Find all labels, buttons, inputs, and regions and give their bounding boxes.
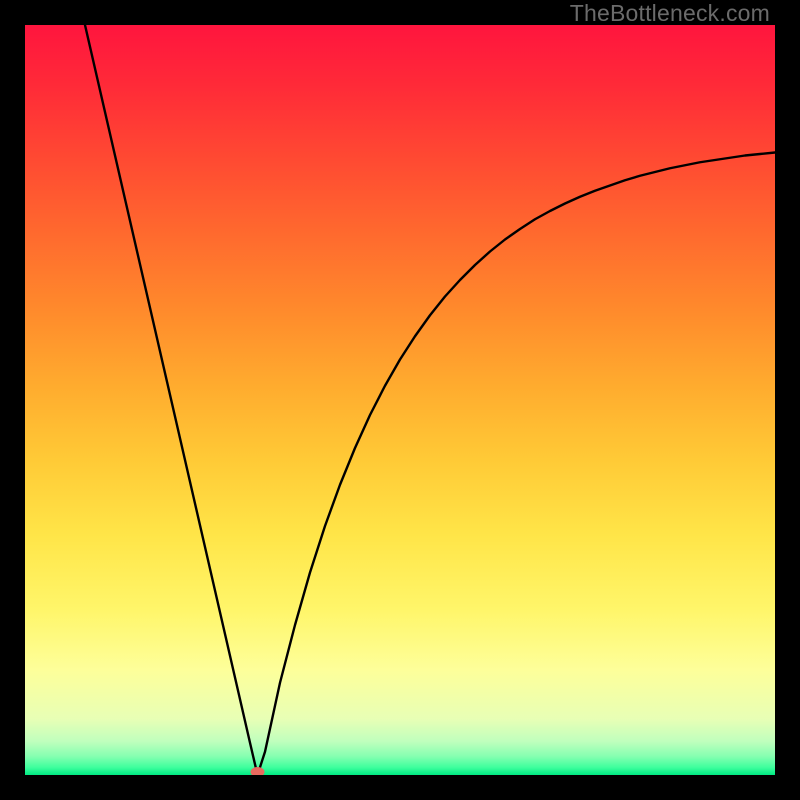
chart-background: [25, 25, 775, 775]
bottleneck-chart: [25, 25, 775, 775]
chart-frame: [25, 25, 775, 775]
watermark-text: TheBottleneck.com: [570, 0, 770, 27]
